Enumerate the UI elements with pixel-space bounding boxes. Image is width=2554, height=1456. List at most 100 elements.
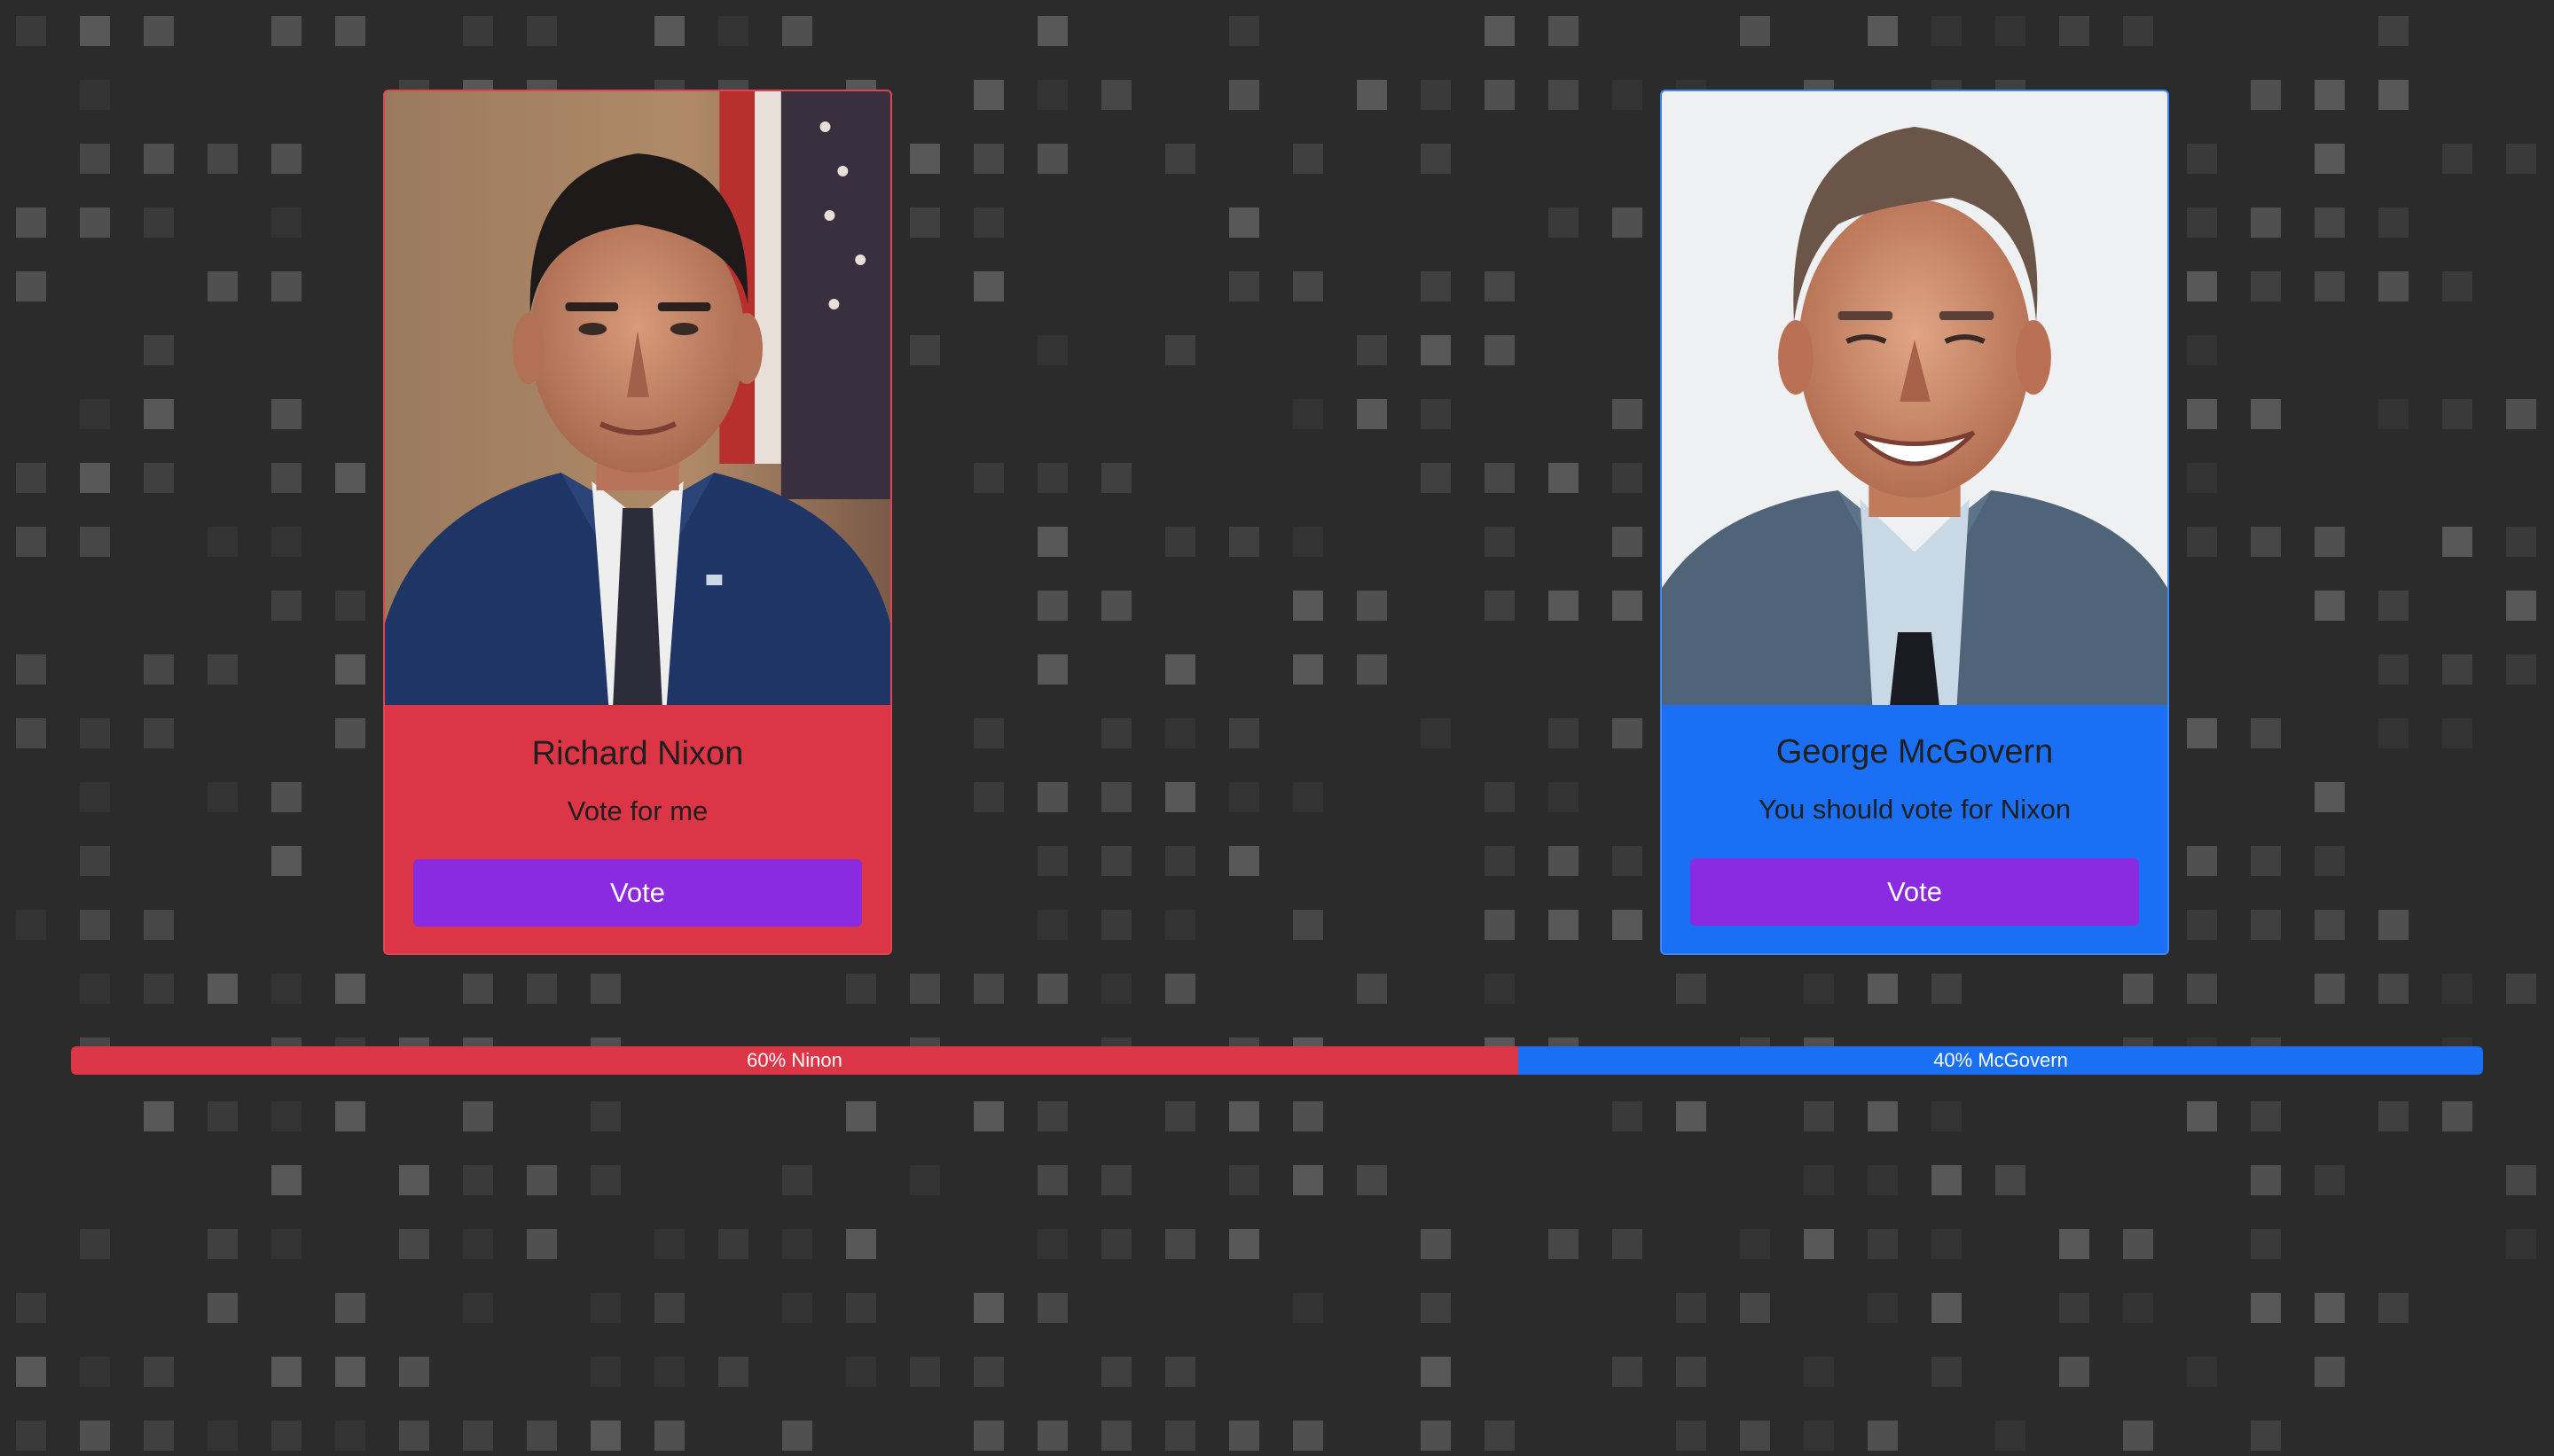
- background-tile: [144, 144, 174, 174]
- background-tile: [2315, 527, 2345, 557]
- background-tile: [846, 974, 876, 1004]
- background-tile: [2442, 399, 2472, 429]
- background-tile: [335, 1421, 365, 1451]
- background-tile: [1101, 80, 1132, 110]
- background-tile: [1357, 654, 1387, 685]
- background-tile: [1485, 910, 1515, 940]
- background-tile: [1740, 1421, 1770, 1451]
- background-tile: [1421, 399, 1451, 429]
- background-tile: [2059, 16, 2089, 46]
- background-tile: [208, 527, 238, 557]
- background-tile: [1612, 910, 1642, 940]
- background-tile: [1038, 80, 1068, 110]
- background-tile: [1038, 910, 1068, 940]
- background-tile: [1548, 591, 1579, 621]
- background-tile: [591, 1165, 621, 1195]
- background-tile: [1101, 782, 1132, 812]
- background-tile: [271, 271, 302, 301]
- background-tile: [271, 1101, 302, 1131]
- background-tile: [1931, 1357, 1962, 1387]
- background-tile: [1101, 1229, 1132, 1259]
- background-tile: [2315, 591, 2345, 621]
- background-tile: [16, 527, 46, 557]
- background-tile: [2123, 1421, 2153, 1451]
- background-tile: [974, 782, 1004, 812]
- background-tile: [1548, 846, 1579, 876]
- background-tile: [2442, 974, 2472, 1004]
- background-tile: [208, 654, 238, 685]
- background-tile: [271, 1357, 302, 1387]
- background-tile: [16, 463, 46, 493]
- background-tile: [1357, 1165, 1387, 1195]
- background-tile: [846, 1101, 876, 1131]
- background-tile: [974, 1421, 1004, 1451]
- background-tile: [144, 910, 174, 940]
- background-tile: [1229, 16, 1259, 46]
- background-tile: [399, 1357, 429, 1387]
- candidate-slogan: You should vote for Nixon: [1758, 794, 2072, 825]
- background-tile: [2315, 207, 2345, 238]
- background-tile: [1038, 782, 1068, 812]
- background-tile: [1931, 974, 1962, 1004]
- background-tile: [2123, 1229, 2153, 1259]
- background-tile: [80, 399, 110, 429]
- background-tile: [463, 1165, 493, 1195]
- background-tile: [1165, 335, 1195, 365]
- background-tile: [335, 591, 365, 621]
- background-tile: [1612, 399, 1642, 429]
- background-tile: [1293, 144, 1323, 174]
- background-tile: [80, 207, 110, 238]
- background-tile: [1995, 1421, 2025, 1451]
- background-tile: [1229, 1165, 1259, 1195]
- background-tile: [1485, 527, 1515, 557]
- background-tile: [144, 1101, 174, 1131]
- background-tile: [2442, 718, 2472, 748]
- background-tile: [1101, 1357, 1132, 1387]
- background-tile: [2506, 1165, 2536, 1195]
- vote-button-nixon[interactable]: Vote: [413, 859, 862, 927]
- background-tile: [1229, 207, 1259, 238]
- background-tile: [144, 718, 174, 748]
- background-tile: [463, 1229, 493, 1259]
- progress-segment-mcgovern: 40% McGovern: [1518, 1046, 2483, 1075]
- background-tile: [1229, 782, 1259, 812]
- background-tile: [2506, 399, 2536, 429]
- results-progress-bar: 60% Ninon 40% McGovern: [71, 1046, 2483, 1075]
- background-tile: [1421, 1421, 1451, 1451]
- background-tile: [2187, 463, 2217, 493]
- background-tile: [208, 271, 238, 301]
- background-tile: [2315, 974, 2345, 1004]
- background-tile: [1868, 1293, 1898, 1323]
- background-tile: [2315, 1293, 2345, 1323]
- background-tile: [1421, 463, 1451, 493]
- background-tile: [2506, 527, 2536, 557]
- candidate-name: Richard Nixon: [531, 735, 744, 772]
- background-tile: [1485, 16, 1515, 46]
- background-tile: [1612, 846, 1642, 876]
- background-tile: [1293, 399, 1323, 429]
- background-tile: [718, 1229, 748, 1259]
- background-tile: [782, 1293, 812, 1323]
- background-tile: [2251, 271, 2281, 301]
- background-tile: [208, 782, 238, 812]
- background-tile: [1485, 846, 1515, 876]
- background-tile: [1293, 527, 1323, 557]
- background-tile: [1485, 271, 1515, 301]
- background-tile: [2378, 207, 2409, 238]
- background-tile: [2378, 80, 2409, 110]
- background-tile: [335, 974, 365, 1004]
- background-tile: [1038, 846, 1068, 876]
- background-tile: [974, 80, 1004, 110]
- background-tile: [2187, 207, 2217, 238]
- background-tile: [80, 1357, 110, 1387]
- background-tile: [271, 1229, 302, 1259]
- background-tile: [80, 527, 110, 557]
- background-tile: [2251, 1165, 2281, 1195]
- background-tile: [974, 1357, 1004, 1387]
- background-tile: [654, 1229, 685, 1259]
- background-tile: [1612, 1101, 1642, 1131]
- vote-button-mcgovern[interactable]: Vote: [1690, 858, 2139, 926]
- background-tile: [1676, 1421, 1706, 1451]
- background-tile: [974, 1293, 1004, 1323]
- background-tile: [1038, 654, 1068, 685]
